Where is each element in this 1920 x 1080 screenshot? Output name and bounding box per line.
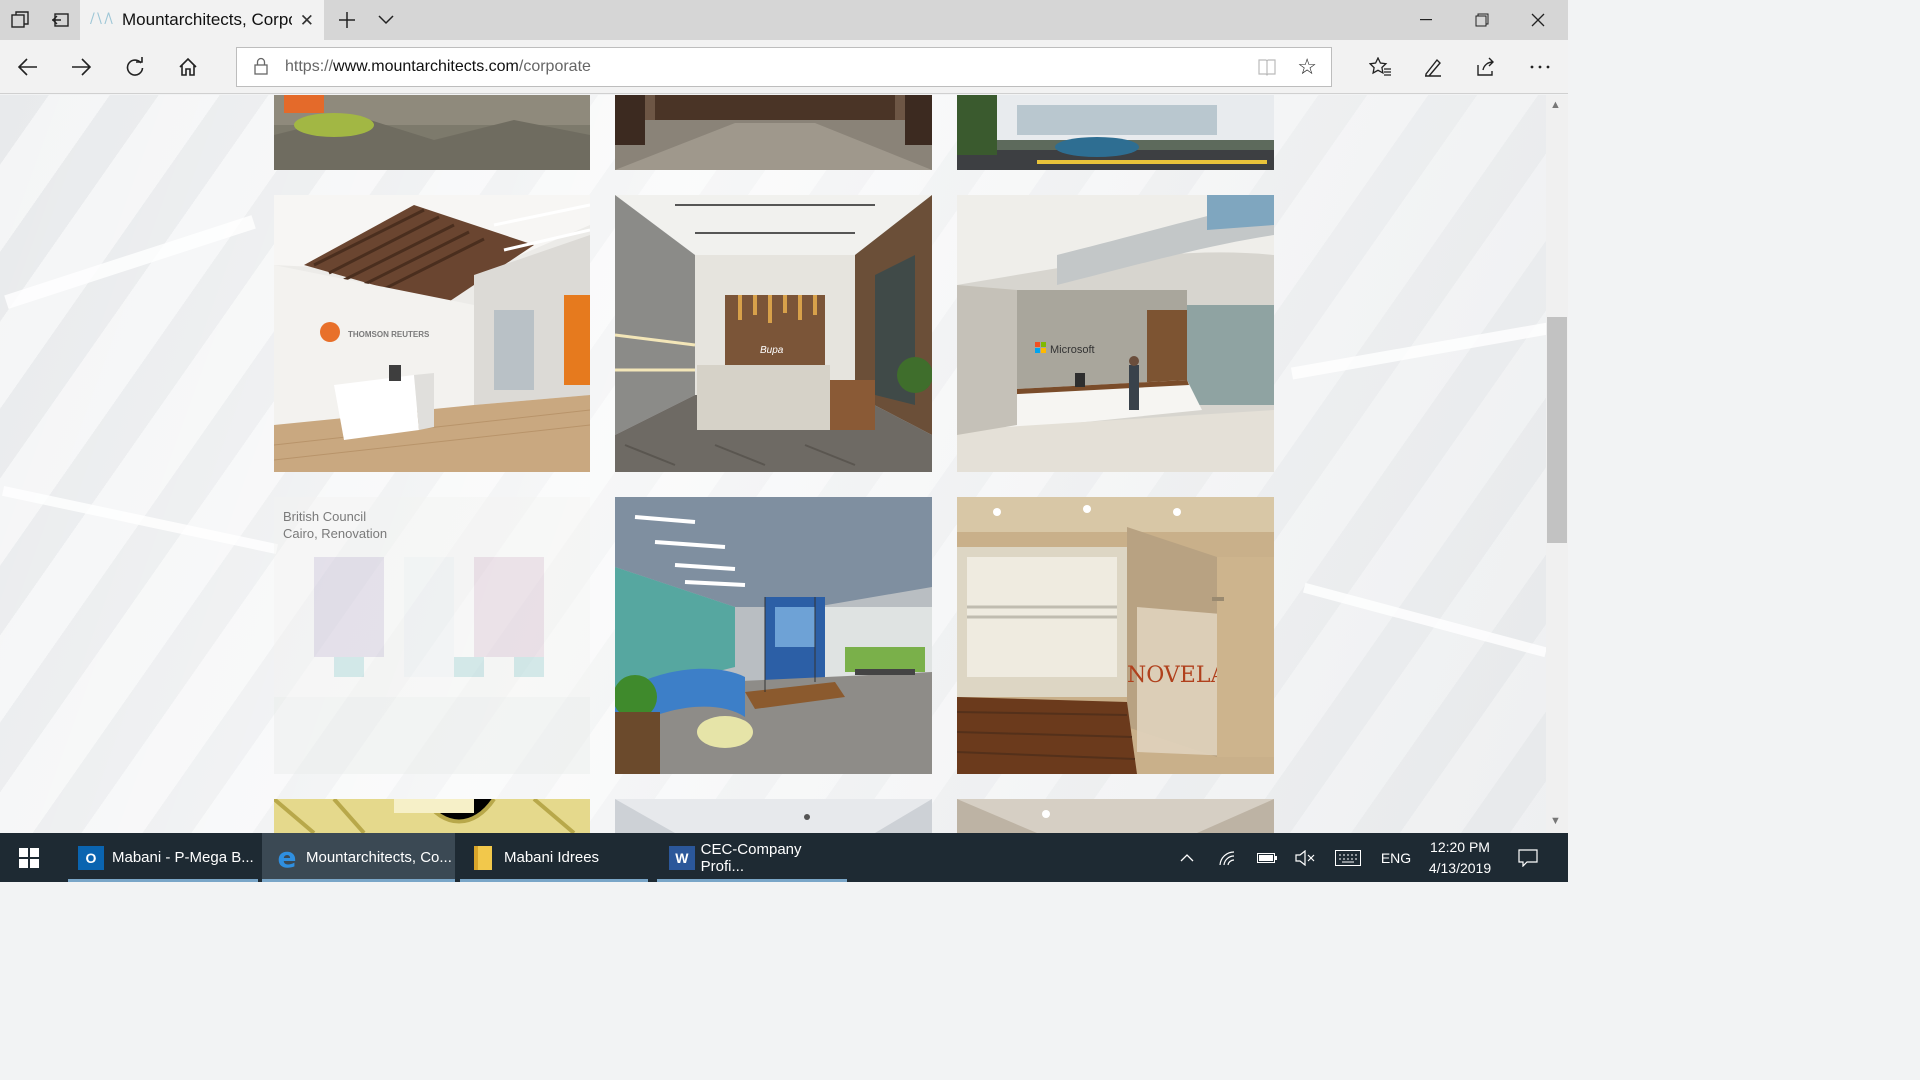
back-arrow-icon[interactable] [8, 47, 48, 87]
system-clock[interactable]: 12:20 PM 4/13/2019 [1410, 837, 1510, 879]
share-icon[interactable] [1466, 47, 1506, 87]
forward-arrow-icon[interactable] [61, 47, 101, 87]
address-bar[interactable]: https://www.mountarchitects.com/corporat… [236, 47, 1332, 87]
taskbar-item-folder[interactable]: Mabani Idrees [460, 833, 648, 882]
page-content: THOMSON REUTERS Bupa Microsoft British C… [0, 95, 1546, 833]
taskbar-item-edge[interactable]: e Mountarchitects, Co... [262, 833, 455, 882]
url-text[interactable]: https://www.mountarchitects.com/corporat… [285, 58, 591, 76]
windows-taskbar: O Mabani - P-Mega B... e Mountarchitects… [0, 833, 1568, 882]
restore-icon[interactable] [1454, 0, 1510, 40]
project-tile-bank-exterior[interactable] [957, 95, 1274, 170]
tab-bar: / \ /\ Mountarchitects, Corpo ✕ [0, 0, 1568, 40]
word-icon: W [669, 845, 695, 870]
wifi-icon[interactable] [1210, 833, 1244, 882]
reading-view-icon[interactable] [1257, 57, 1277, 77]
outlook-icon: O [78, 845, 104, 870]
navigation-bar: https://www.mountarchitects.com/corporat… [0, 40, 1568, 94]
favorites-hub-icon[interactable] [1360, 47, 1400, 87]
project-tile-atrium[interactable] [274, 799, 590, 833]
clock-time: 12:20 PM [1430, 839, 1490, 855]
new-tab-icon[interactable] [327, 0, 367, 40]
project-tile-reception-hall[interactable] [615, 95, 932, 170]
taskbar-item-outlook[interactable]: O Mabani - P-Mega B... [68, 833, 258, 882]
more-options-icon[interactable] [1520, 47, 1560, 87]
site-favicon-icon: / \ /\ [90, 11, 113, 27]
scroll-down-arrow-icon[interactable]: ▼ [1550, 815, 1561, 827]
project-tile-novelari[interactable]: NOVELARI [957, 497, 1274, 774]
tab-set-aside-icon[interactable] [0, 0, 40, 40]
speaker-muted-icon[interactable] [1288, 833, 1322, 882]
taskbar-item-label: Mountarchitects, Co... [306, 849, 452, 866]
scrollbar-thumb[interactable] [1547, 317, 1567, 543]
scroll-up-arrow-icon[interactable]: ▲ [1550, 99, 1561, 111]
microsoft-logo-text: Microsoft [1050, 344, 1095, 356]
project-tile-thomson-reuters[interactable]: THOMSON REUTERS [274, 195, 590, 472]
project-caption: British Council Cairo, Renovation [283, 508, 387, 542]
home-icon[interactable] [168, 47, 208, 87]
tab-active[interactable]: / \ /\ Mountarchitects, Corpo ✕ [80, 0, 324, 40]
refresh-icon[interactable] [115, 47, 155, 87]
taskbar-item-word[interactable]: W CEC-Company Profi... [657, 833, 847, 882]
tab-close-icon[interactable]: ✕ [300, 11, 314, 31]
bupa-logo-text: Bupa [760, 345, 784, 356]
thomson-reuters-logo-text: THOMSON REUTERS [348, 330, 430, 339]
project-caption-title: British Council [283, 509, 367, 524]
tab-preview-chevron-down-icon[interactable] [366, 0, 406, 40]
favorite-star-icon[interactable]: ☆ [1297, 54, 1317, 80]
battery-icon[interactable] [1250, 833, 1284, 882]
action-center-icon[interactable] [1510, 833, 1546, 882]
touch-keyboard-icon[interactable] [1330, 833, 1366, 882]
clock-date: 4/13/2019 [1428, 860, 1492, 876]
taskbar-item-label: Mabani - P-Mega B... [112, 849, 254, 866]
project-tile-lobby[interactable] [957, 799, 1274, 833]
taskbar-item-label: Mabani Idrees [504, 849, 600, 866]
show-hidden-icons-chevron-up-icon[interactable] [1170, 833, 1204, 882]
taskbar-item-label: CEC-Company Profi... [700, 840, 802, 875]
tab-title: Mountarchitects, Corpo [122, 10, 292, 29]
edge-icon: e [277, 841, 297, 874]
project-tile-office-lounge[interactable] [274, 95, 590, 170]
close-window-icon[interactable] [1510, 0, 1566, 40]
project-tile-open-office[interactable] [615, 497, 932, 774]
tabs-aside-icon[interactable] [40, 0, 80, 40]
minimize-icon[interactable] [1398, 0, 1454, 40]
lock-icon [254, 57, 268, 75]
project-tile-ceiling[interactable] [615, 799, 932, 833]
project-caption-subtitle: Cairo, Renovation [283, 526, 388, 541]
web-note-pen-icon[interactable] [1413, 47, 1453, 87]
folder-icon [474, 845, 492, 870]
windows-start-icon[interactable] [0, 833, 58, 882]
project-tile-microsoft[interactable]: Microsoft [957, 195, 1274, 472]
page-scrollbar[interactable]: ▲ ▼ [1546, 95, 1568, 833]
project-tile-bupa[interactable]: Bupa [615, 195, 932, 472]
